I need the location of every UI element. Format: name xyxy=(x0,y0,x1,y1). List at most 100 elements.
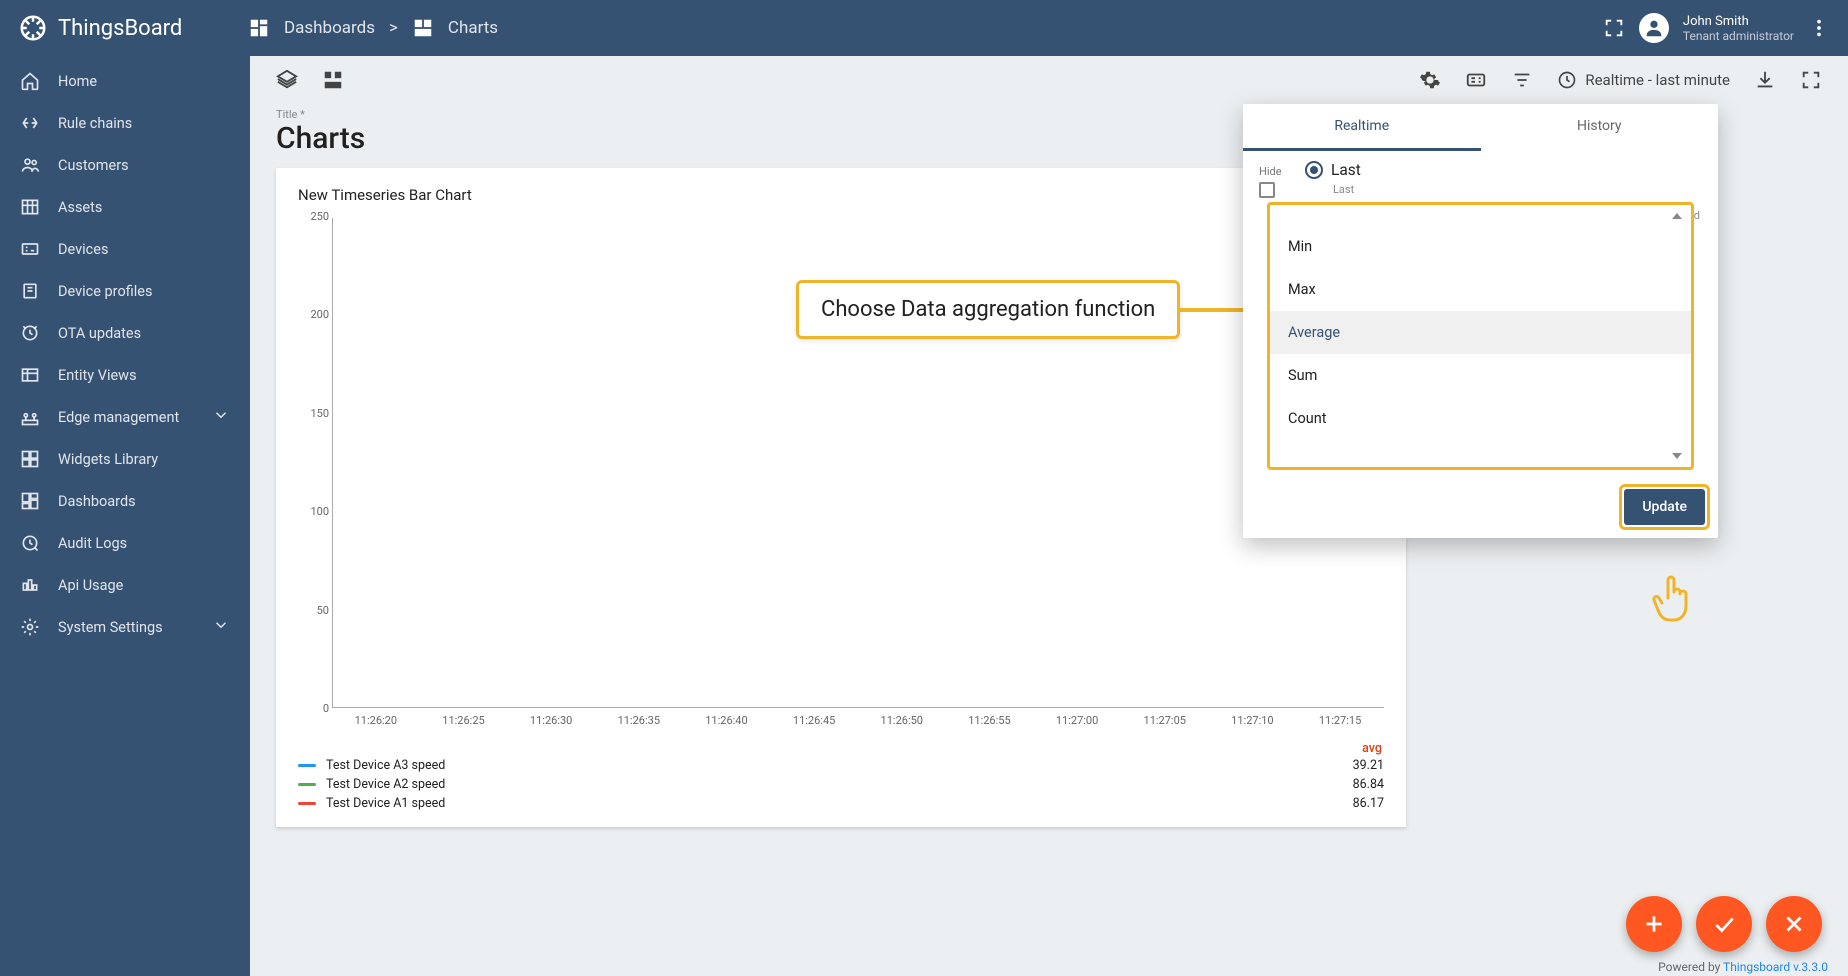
logo-icon xyxy=(18,13,48,43)
agg-option-sum[interactable]: Sum xyxy=(1270,354,1691,397)
sidebar-item-device-profiles[interactable]: Device profiles xyxy=(0,270,250,312)
user-info: John Smith Tenant administrator xyxy=(1683,14,1794,43)
filter-icon[interactable] xyxy=(1511,69,1533,91)
sidebar-item-ota-updates[interactable]: OTA updates xyxy=(0,312,250,354)
legend-label: Test Device A1 speed xyxy=(326,796,445,811)
sidebar-item-label: Home xyxy=(58,73,97,90)
last-radio-label: Last xyxy=(1331,161,1361,179)
sidebar-item-label: Audit Logs xyxy=(58,535,127,552)
tab-realtime[interactable]: Realtime xyxy=(1243,104,1481,151)
sidebar-item-rule-chains[interactable]: Rule chains xyxy=(0,102,250,144)
sidebar-item-assets[interactable]: Assets xyxy=(0,186,250,228)
chart-widget: New Timeseries Bar Chart 250200150100500… xyxy=(276,168,1406,827)
audit-icon xyxy=(20,533,40,553)
close-button[interactable] xyxy=(1766,896,1822,952)
more-icon[interactable] xyxy=(1808,17,1830,39)
sidebar-item-label: Entity Views xyxy=(58,367,137,384)
breadcrumb-separator: > xyxy=(389,18,398,38)
tab-history[interactable]: History xyxy=(1481,104,1719,151)
timewindow-button[interactable]: Realtime - last minute xyxy=(1557,70,1730,90)
legend-swatch xyxy=(298,764,316,767)
avatar[interactable] xyxy=(1639,13,1669,43)
sidebar-item-home[interactable]: Home xyxy=(0,60,250,102)
add-button[interactable] xyxy=(1626,896,1682,952)
x-tick: 11:27:10 xyxy=(1224,714,1280,727)
sidebar-item-devices[interactable]: Devices xyxy=(0,228,250,270)
view-icon xyxy=(20,365,40,385)
sidebar-item-label: System Settings xyxy=(58,619,163,636)
legend-avg: 86.17 xyxy=(1353,796,1384,811)
legend-row[interactable]: Test Device A2 speed 86.84 xyxy=(298,775,1384,794)
agg-option-count[interactable]: Count xyxy=(1270,397,1691,440)
radio-icon xyxy=(1305,161,1323,179)
sidebar-item-label: Rule chains xyxy=(58,115,132,132)
legend-avg: 39.21 xyxy=(1353,758,1384,773)
sidebar-item-label: Assets xyxy=(58,199,102,216)
breadcrumb-root[interactable]: Dashboards xyxy=(284,18,375,38)
x-tick: 11:26:25 xyxy=(435,714,491,727)
agg-option-max[interactable]: Max xyxy=(1270,268,1691,311)
fab-row xyxy=(1626,896,1822,952)
sidebar-item-label: Widgets Library xyxy=(58,451,158,468)
x-tick: 11:26:30 xyxy=(523,714,579,727)
app-header: ThingsBoard Dashboards > Charts John Smi… xyxy=(0,0,1848,56)
legend-row[interactable]: Test Device A1 speed 86.17 xyxy=(298,794,1384,813)
x-tick: 11:27:05 xyxy=(1137,714,1193,727)
x-tick: 11:27:15 xyxy=(1312,714,1368,727)
fullscreen-icon[interactable] xyxy=(1603,17,1625,39)
app-logo[interactable]: ThingsBoard xyxy=(18,13,248,43)
footer: Powered by Thingsboard v.3.3.0 xyxy=(1658,960,1828,974)
x-tick: 11:26:40 xyxy=(698,714,754,727)
sidebar-item-dashboards[interactable]: Dashboards xyxy=(0,480,250,522)
scroll-down-icon[interactable] xyxy=(1667,447,1687,465)
breadcrumb-leaf[interactable]: Charts xyxy=(448,18,498,38)
export-icon[interactable] xyxy=(1754,69,1776,91)
scroll-up-icon[interactable] xyxy=(1667,207,1687,225)
last-radio-row[interactable]: Last xyxy=(1259,161,1702,179)
sidebar-item-audit-logs[interactable]: Audit Logs xyxy=(0,522,250,564)
sidebar-item-label: Api Usage xyxy=(58,577,123,594)
agg-option-min[interactable]: Min xyxy=(1270,225,1691,268)
sidebar-item-customers[interactable]: Customers xyxy=(0,144,250,186)
profile-icon xyxy=(20,281,40,301)
footer-link[interactable]: Thingsboard v.3.3.0 xyxy=(1723,960,1828,974)
chart-legend: avg Test Device A3 speed39.21Test Device… xyxy=(298,741,1384,813)
sidebar-item-label: Customers xyxy=(58,157,129,174)
sidebar-item-widgets-library[interactable]: Widgets Library xyxy=(0,438,250,480)
apply-button[interactable] xyxy=(1696,896,1752,952)
user-block: John Smith Tenant administrator xyxy=(1603,13,1830,43)
legend-row[interactable]: Test Device A3 speed39.21 xyxy=(298,756,1384,775)
sidebar-item-system-settings[interactable]: System Settings xyxy=(0,606,250,648)
widget-title: New Timeseries Bar Chart xyxy=(298,186,1384,204)
breadcrumb: Dashboards > Charts xyxy=(248,17,498,39)
gear-icon[interactable] xyxy=(1419,69,1441,91)
x-tick: 11:26:35 xyxy=(611,714,667,727)
grid-icon[interactable] xyxy=(322,69,344,91)
sidebar-item-entity-views[interactable]: Entity Views xyxy=(0,354,250,396)
pointer-hand-icon xyxy=(1650,572,1694,622)
sidebar-item-api-usage[interactable]: Api Usage xyxy=(0,564,250,606)
legend-swatch xyxy=(298,783,316,786)
maximize-icon[interactable] xyxy=(1800,69,1822,91)
layers-icon[interactable] xyxy=(276,69,298,91)
sidebar: Home Rule chains Customers Assets DevicesDev… xyxy=(0,56,250,976)
x-tick: 11:26:20 xyxy=(348,714,404,727)
legend-avg: 86.84 xyxy=(1353,777,1384,792)
annotation-text: Choose Data aggregation function xyxy=(796,280,1180,339)
cancel-button[interactable]: Cancel xyxy=(1625,490,1704,526)
domain-icon xyxy=(20,197,40,217)
agg-option-average[interactable]: Average xyxy=(1270,311,1691,354)
last-field-label: Last xyxy=(1259,183,1702,196)
entity-alias-icon[interactable] xyxy=(1465,69,1487,91)
hide-label: Hide xyxy=(1259,165,1282,198)
dashboard-toolbar: Realtime - last minute xyxy=(250,56,1848,104)
hide-checkbox[interactable] xyxy=(1259,182,1275,198)
app-name: ThingsBoard xyxy=(58,16,182,41)
update-icon xyxy=(20,323,40,343)
edge-icon xyxy=(20,407,40,427)
sidebar-item-edge-management[interactable]: Edge management xyxy=(0,396,250,438)
sidebar-item-label: OTA updates xyxy=(58,325,141,342)
user-role: Tenant administrator xyxy=(1683,29,1794,43)
legend-label: Test Device A2 speed xyxy=(326,777,445,792)
rule-icon xyxy=(20,113,40,133)
